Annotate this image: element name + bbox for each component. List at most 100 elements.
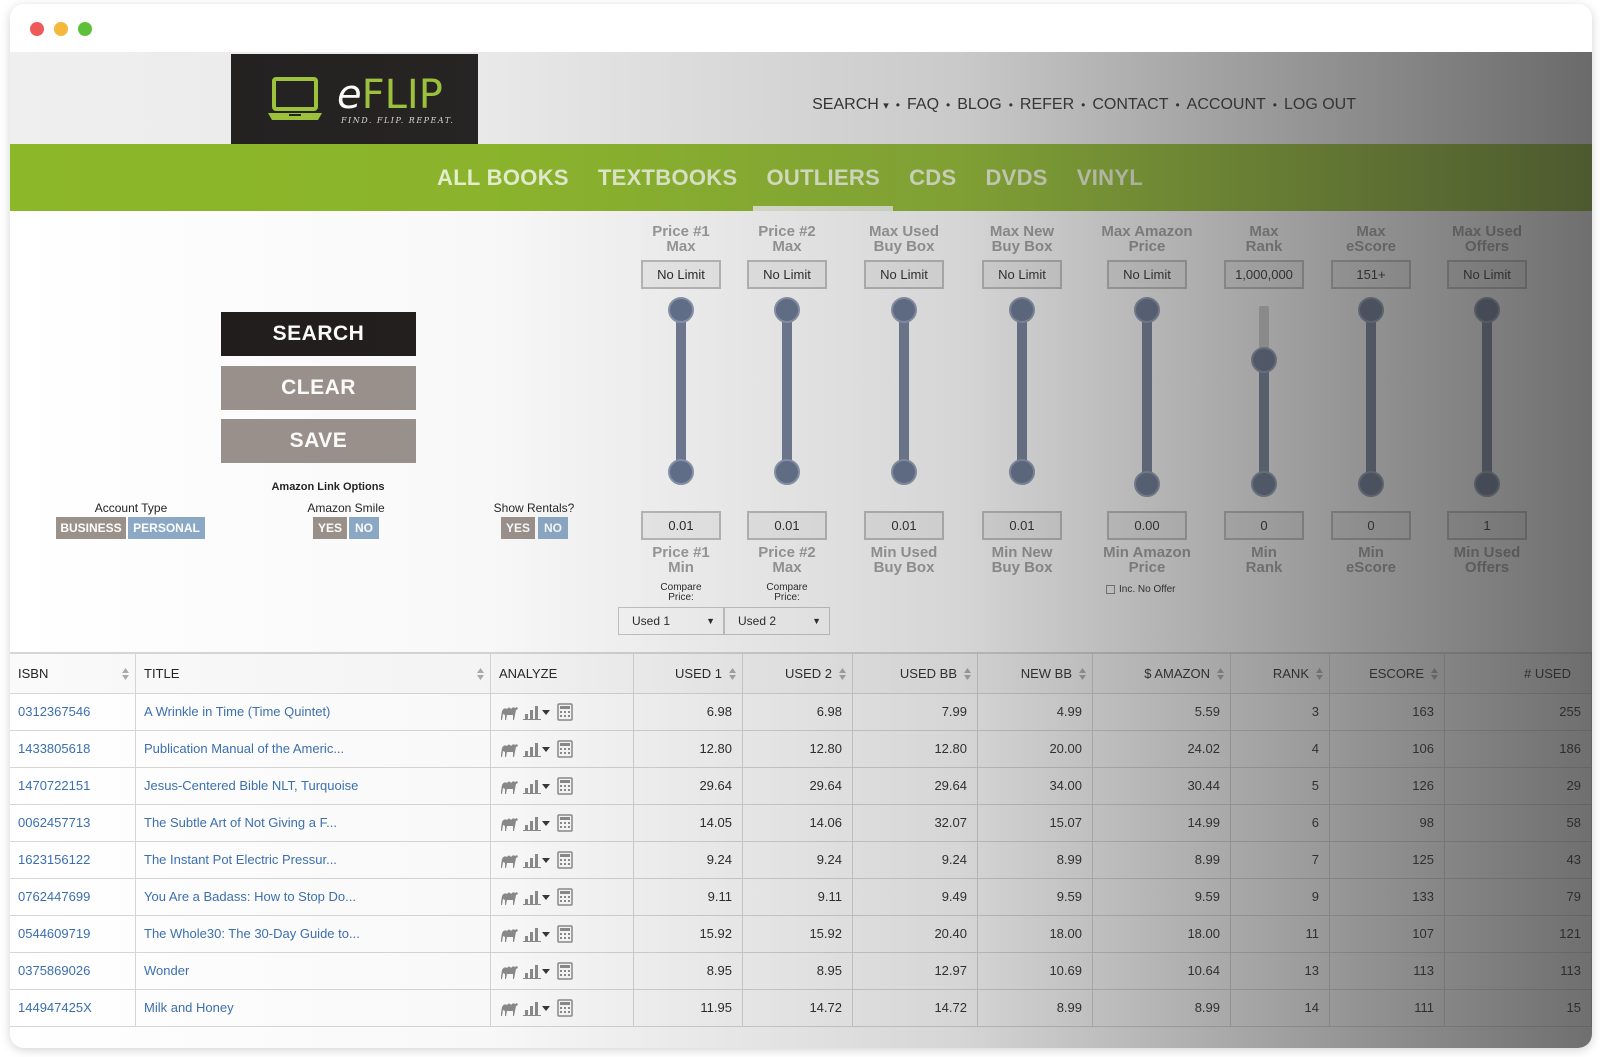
slider-upper-handle[interactable] bbox=[668, 297, 694, 323]
column-header-new-bb[interactable]: NEW BB bbox=[978, 654, 1093, 694]
isbn-link[interactable]: 0062457713 bbox=[10, 805, 136, 841]
column-header-used-bb[interactable]: USED BB bbox=[853, 654, 978, 694]
slider-min-value-field[interactable]: 0.01 bbox=[641, 511, 721, 540]
slider-max-value-field[interactable]: 151+ bbox=[1331, 260, 1411, 289]
dropdown-caret-icon[interactable] bbox=[540, 888, 552, 906]
bar-chart-icon[interactable] bbox=[522, 777, 542, 795]
isbn-link[interactable]: 144947425X bbox=[10, 990, 136, 1026]
isbn-link[interactable]: 1470722151 bbox=[10, 768, 136, 804]
slider-min-value-field[interactable]: 0.01 bbox=[747, 511, 827, 540]
isbn-link[interactable]: 0762447699 bbox=[10, 879, 136, 915]
slider-lower-handle[interactable] bbox=[1474, 471, 1500, 497]
dropdown-caret-icon[interactable] bbox=[540, 703, 552, 721]
dropdown-caret-icon[interactable] bbox=[540, 814, 552, 832]
nav-faq[interactable]: FAQ bbox=[903, 96, 943, 114]
bar-chart-icon[interactable] bbox=[522, 814, 542, 832]
slider-track[interactable] bbox=[1259, 360, 1269, 484]
amazon-smile-no-toggle[interactable]: NO bbox=[349, 517, 379, 539]
column-header-isbn[interactable]: ISBN bbox=[10, 654, 136, 694]
slider-track[interactable] bbox=[782, 310, 792, 472]
slider-lower-handle[interactable] bbox=[1358, 471, 1384, 497]
column-header-rank[interactable]: RANK bbox=[1231, 654, 1330, 694]
column-header-used[interactable]: # USED bbox=[1445, 654, 1592, 694]
tab-dvds[interactable]: DVDS bbox=[985, 144, 1047, 211]
camel-icon[interactable] bbox=[499, 962, 519, 980]
slider-min-value-field[interactable]: 1 bbox=[1447, 511, 1527, 540]
slider-min-value-field[interactable]: 0 bbox=[1331, 511, 1411, 540]
bar-chart-icon[interactable] bbox=[522, 888, 542, 906]
slider-max-value-field[interactable]: No Limit bbox=[1107, 260, 1187, 289]
slider-upper-handle[interactable] bbox=[1009, 297, 1035, 323]
minimize-window-icon[interactable] bbox=[54, 22, 68, 36]
slider-max-value-field[interactable]: No Limit bbox=[1447, 260, 1527, 289]
tab-all-books[interactable]: ALL BOOKS bbox=[437, 144, 569, 211]
title-link[interactable]: Jesus-Centered Bible NLT, Turquoise bbox=[136, 768, 491, 804]
slider-min-value-field[interactable]: 0 bbox=[1224, 511, 1304, 540]
slider-track[interactable] bbox=[676, 310, 686, 472]
slider-upper-handle[interactable] bbox=[891, 297, 917, 323]
nav-search[interactable]: SEARCH ▾ bbox=[808, 96, 893, 114]
rentals-yes-toggle[interactable]: YES bbox=[501, 517, 535, 539]
slider-max-value-field[interactable]: 1,000,000 bbox=[1224, 260, 1304, 289]
slider-upper-handle[interactable] bbox=[1474, 297, 1500, 323]
column-header-title[interactable]: TITLE bbox=[136, 654, 491, 694]
camel-icon[interactable] bbox=[499, 851, 519, 869]
account-business-toggle[interactable]: BUSINESS bbox=[56, 517, 126, 539]
account-personal-toggle[interactable]: PERSONAL bbox=[128, 517, 205, 539]
calculator-icon[interactable] bbox=[555, 925, 575, 943]
column-header-escore[interactable]: ESCORE bbox=[1330, 654, 1445, 694]
nav-blog[interactable]: BLOG bbox=[953, 96, 1005, 114]
calculator-icon[interactable] bbox=[555, 999, 575, 1017]
tab-textbooks[interactable]: TEXTBOOKS bbox=[598, 144, 738, 211]
title-link[interactable]: The Instant Pot Electric Pressur... bbox=[136, 842, 491, 878]
title-link[interactable]: Publication Manual of the Americ... bbox=[136, 731, 491, 767]
column-header-used-1[interactable]: USED 1 bbox=[634, 654, 743, 694]
zoom-window-icon[interactable] bbox=[78, 22, 92, 36]
dropdown-caret-icon[interactable] bbox=[540, 777, 552, 795]
nav-refer[interactable]: REFER bbox=[1016, 96, 1078, 114]
isbn-link[interactable]: 1623156122 bbox=[10, 842, 136, 878]
tab-vinyl[interactable]: VINYL bbox=[1077, 144, 1143, 211]
nav-logout[interactable]: LOG OUT bbox=[1280, 96, 1360, 114]
camel-icon[interactable] bbox=[499, 999, 519, 1017]
bar-chart-icon[interactable] bbox=[522, 925, 542, 943]
slider-lower-handle[interactable] bbox=[774, 459, 800, 485]
slider-max-value-field[interactable]: No Limit bbox=[864, 260, 944, 289]
slider-upper-handle[interactable] bbox=[1251, 347, 1277, 374]
nav-contact[interactable]: CONTACT bbox=[1088, 96, 1172, 114]
isbn-link[interactable]: 0544609719 bbox=[10, 916, 136, 952]
camel-icon[interactable] bbox=[499, 888, 519, 906]
amazon-smile-yes-toggle[interactable]: YES bbox=[313, 517, 347, 539]
bar-chart-icon[interactable] bbox=[522, 703, 542, 721]
slider-lower-handle[interactable] bbox=[1251, 471, 1277, 497]
camel-icon[interactable] bbox=[499, 777, 519, 795]
column-header-amazon[interactable]: $ AMAZON bbox=[1093, 654, 1231, 694]
slider-lower-handle[interactable] bbox=[891, 459, 917, 485]
title-link[interactable]: You Are a Badass: How to Stop Do... bbox=[136, 879, 491, 915]
calculator-icon[interactable] bbox=[555, 740, 575, 758]
camel-icon[interactable] bbox=[499, 703, 519, 721]
compare-price-select[interactable]: Used 1 ▼ bbox=[618, 607, 724, 635]
save-button[interactable]: SAVE bbox=[221, 419, 416, 463]
slider-max-value-field[interactable]: No Limit bbox=[747, 260, 827, 289]
search-button[interactable]: SEARCH bbox=[221, 312, 416, 356]
calculator-icon[interactable] bbox=[555, 777, 575, 795]
calculator-icon[interactable] bbox=[555, 814, 575, 832]
compare-price-select[interactable]: Used 2 ▼ bbox=[724, 607, 830, 635]
slider-max-value-field[interactable]: No Limit bbox=[641, 260, 721, 289]
inc-no-offer-checkbox[interactable]: Inc. No Offer bbox=[1106, 584, 1176, 595]
title-link[interactable]: Wonder bbox=[136, 953, 491, 989]
rentals-no-toggle[interactable]: NO bbox=[538, 517, 568, 539]
calculator-icon[interactable] bbox=[555, 888, 575, 906]
bar-chart-icon[interactable] bbox=[522, 999, 542, 1017]
title-link[interactable]: A Wrinkle in Time (Time Quintet) bbox=[136, 694, 491, 730]
title-link[interactable]: The Whole30: The 30-Day Guide to... bbox=[136, 916, 491, 952]
calculator-icon[interactable] bbox=[555, 851, 575, 869]
clear-button[interactable]: CLEAR bbox=[221, 366, 416, 410]
slider-upper-handle[interactable] bbox=[1358, 297, 1384, 323]
dropdown-caret-icon[interactable] bbox=[540, 740, 552, 758]
bar-chart-icon[interactable] bbox=[522, 962, 542, 980]
slider-track[interactable] bbox=[899, 310, 909, 472]
slider-lower-handle[interactable] bbox=[1134, 471, 1160, 497]
slider-lower-handle[interactable] bbox=[1009, 459, 1035, 485]
